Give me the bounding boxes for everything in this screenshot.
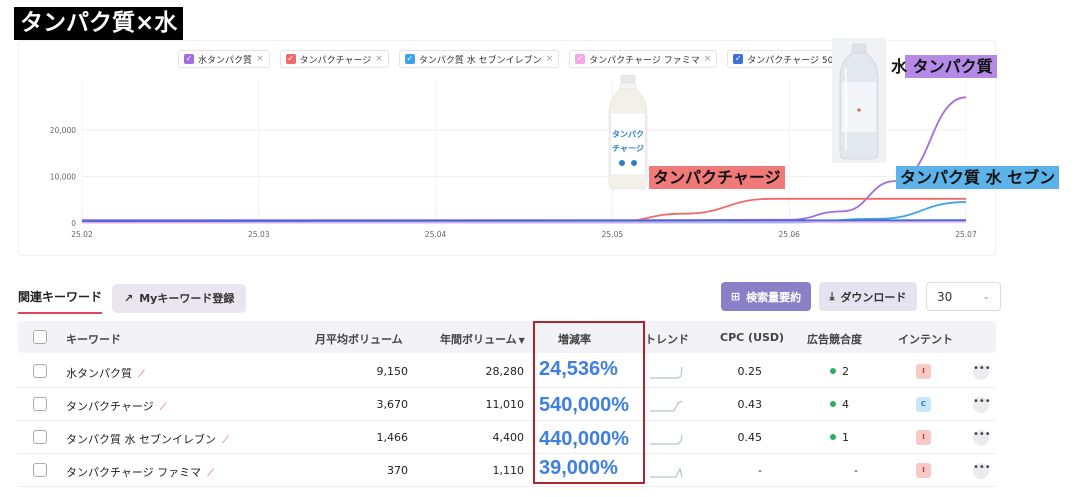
trend-chart: 0 10,000 20,000 25.02 25.03 25.04 25.05 25.06 25… xyxy=(50,80,977,239)
y-tick-label: 10,000 xyxy=(50,172,76,181)
keyword-cell[interactable]: タンパクチャージ ⟋ xyxy=(66,398,167,414)
competition-cell: 1 xyxy=(830,431,849,444)
header-intent: インテント xyxy=(898,333,953,346)
header-cpc[interactable]: CPC (USD) xyxy=(720,331,784,344)
table-row: 水タンパク質 ⟋ 9,150 28,280 0.25 2 I ••• xyxy=(18,355,996,388)
row-checkbox[interactable] xyxy=(33,430,47,444)
cpc-cell: - xyxy=(758,464,762,477)
sparkline xyxy=(650,434,683,445)
x-tick-label: 25.06 xyxy=(778,230,800,239)
my-keyword-label: Myキーワード登録 xyxy=(139,292,235,305)
page-size-select[interactable]: 30 ⌄ xyxy=(926,282,1001,311)
intent-badge: I xyxy=(916,364,931,379)
keyword-tabs: 関連キーワード ↗ Myキーワード登録 xyxy=(18,282,247,314)
growth-highlight-box xyxy=(533,321,645,484)
competition-dot xyxy=(830,368,836,374)
more-icon[interactable]: ••• xyxy=(973,364,991,380)
chart-icon[interactable]: ⟋ xyxy=(138,369,145,380)
bottle-label-top: タンパク xyxy=(612,129,644,139)
sparkline xyxy=(650,366,683,379)
sort-down-icon: ▼ xyxy=(518,336,525,345)
keyword-cell[interactable]: タンパクチャージ ファミマ ⟋ xyxy=(66,464,214,480)
intent-badge: I xyxy=(916,463,931,478)
keyword-text: タンパクチャージ ファミマ xyxy=(66,466,202,479)
callout-protein-charge: タンパクチャージ xyxy=(649,166,785,189)
table-row: タンパク質 水 セブンイレブン ⟋ 1,466 4,400 0.45 1 I ••… xyxy=(18,421,996,454)
keyword-text: タンパクチャージ xyxy=(66,400,154,413)
monthly-cell: 370 xyxy=(387,464,408,477)
competition-cell: - xyxy=(854,464,858,477)
yearly-cell: 28,280 xyxy=(485,365,525,378)
yearly-cell: 1,110 xyxy=(492,464,525,477)
table-header: キーワード 月平均ボリューム 年間ボリューム ▼ 増減率 トレンド CPC (US… xyxy=(18,321,996,353)
water-bottle-image xyxy=(832,38,886,163)
table-row: タンパクチャージ ⟋ 3,670 11,010 0.43 4 C ••• xyxy=(18,388,996,421)
x-tick-label: 25.04 xyxy=(425,230,447,239)
grid-icon: ⊞ xyxy=(730,290,741,303)
header-competition[interactable]: 広告競合度 xyxy=(807,331,862,347)
select-value: 30 xyxy=(937,289,953,304)
header-trend: トレンド xyxy=(645,333,689,346)
keyword-text: タンパク質 水 セブンイレブン xyxy=(66,433,216,446)
row-checkbox[interactable] xyxy=(33,463,47,477)
yearly-cell: 4,400 xyxy=(492,431,525,444)
my-keyword-button[interactable]: ↗ Myキーワード登録 xyxy=(112,283,247,313)
keyword-cell[interactable]: 水タンパク質 ⟋ xyxy=(66,365,145,381)
select-all-checkbox[interactable] xyxy=(33,330,47,344)
header-keyword[interactable]: キーワード xyxy=(66,331,121,347)
competition-value: 1 xyxy=(842,431,849,444)
callout-seven: タンパク質 水 セブン xyxy=(896,166,1060,189)
arrow-icon: ↗ xyxy=(124,291,134,305)
chart-icon[interactable]: ⟋ xyxy=(160,402,167,413)
monthly-cell: 9,150 xyxy=(376,365,409,378)
download-label: ダウンロード xyxy=(840,290,907,304)
row-checkbox[interactable] xyxy=(33,397,47,411)
header-yearly-label: 年間ボリューム xyxy=(440,333,517,346)
more-icon[interactable]: ••• xyxy=(973,397,991,413)
protein-charge-bottle-image: タンパク チャージ xyxy=(608,75,648,190)
callout-water-protein: 水 タンパク質 xyxy=(887,55,997,78)
chart-icon[interactable]: ⟋ xyxy=(222,435,229,446)
header-yearly[interactable]: 年間ボリューム ▼ xyxy=(440,331,525,347)
series-line-1 xyxy=(81,197,966,223)
bottle-label-bottom: チャージ xyxy=(612,144,644,153)
tab-related-keywords[interactable]: 関連キーワード xyxy=(18,288,103,314)
keyword-cell[interactable]: タンパク質 水 セブンイレブン ⟋ xyxy=(66,431,229,447)
x-tick-label: 25.07 xyxy=(955,230,977,239)
summary-label: 検索量要約 xyxy=(746,290,802,304)
competition-cell: 2 xyxy=(830,365,849,378)
cpc-cell: 0.43 xyxy=(737,398,763,411)
yearly-cell: 11,010 xyxy=(485,398,525,411)
row-checkbox[interactable] xyxy=(33,364,47,378)
competition-dot xyxy=(830,401,836,407)
cpc-cell: 0.25 xyxy=(737,365,763,378)
chevron-down-icon: ⌄ xyxy=(982,291,990,302)
keyword-text: 水タンパク質 xyxy=(66,367,132,380)
table-row: タンパクチャージ ファミマ ⟋ 370 1,110 - - I ••• xyxy=(18,454,996,487)
y-tick-label: 20,000 xyxy=(50,126,76,135)
intent-badge: I xyxy=(916,430,931,445)
x-tick-label: 25.05 xyxy=(602,230,624,239)
download-icon: ⤓ xyxy=(829,289,835,303)
more-icon[interactable]: ••• xyxy=(973,463,991,479)
intent-badge: C xyxy=(916,397,931,412)
y-tick-label: 0 xyxy=(71,219,76,228)
download-button[interactable]: ⤓ ダウンロード xyxy=(819,282,917,311)
competition-value: 2 xyxy=(842,365,849,378)
x-tick-label: 25.02 xyxy=(71,230,93,239)
sparkline xyxy=(650,467,683,478)
monthly-cell: 1,466 xyxy=(376,431,409,444)
more-icon[interactable]: ••• xyxy=(973,430,991,446)
competition-value: 4 xyxy=(842,398,849,411)
chart-icon[interactable]: ⟋ xyxy=(207,468,214,479)
summary-button[interactable]: ⊞ 検索量要約 xyxy=(721,282,811,311)
competition-dot xyxy=(830,434,836,440)
x-tick-label: 25.03 xyxy=(248,230,270,239)
monthly-cell: 3,670 xyxy=(376,398,409,411)
header-monthly[interactable]: 月平均ボリューム xyxy=(315,331,403,347)
sparkline xyxy=(650,400,683,412)
competition-cell: 4 xyxy=(830,398,849,411)
cpc-cell: 0.45 xyxy=(737,431,763,444)
series-line-4 xyxy=(81,219,967,223)
